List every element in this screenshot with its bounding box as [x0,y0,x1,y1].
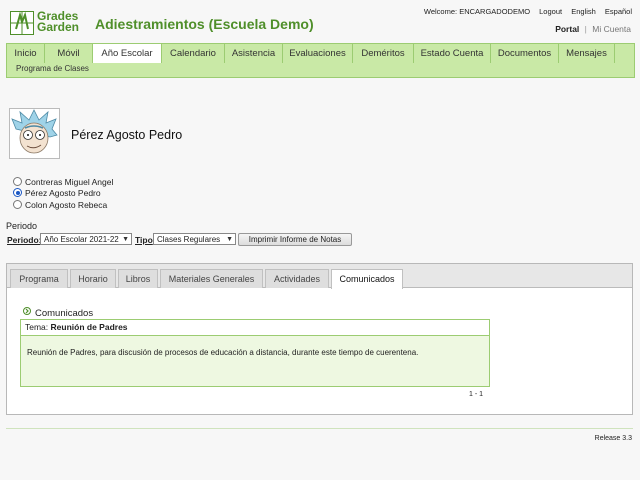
nav-mensajes[interactable]: Mensajes [559,44,615,64]
nav-estado-cuenta[interactable]: Estado Cuenta [414,44,491,64]
nav-demeritos[interactable]: Deméritos [353,44,414,64]
nav-ano-escolar[interactable]: Año Escolar [93,43,162,65]
radio-icon[interactable] [13,177,22,186]
sub-nav: Programa de Clases [6,63,635,78]
radio-selected-icon[interactable] [13,188,22,197]
release-version: Release 3.3 [594,435,632,442]
print-report-button[interactable]: Imprimir Informe de Notas [238,233,352,246]
tab-horario[interactable]: Horario [70,269,116,288]
portal-separator: | [584,24,587,34]
periodo-select-value: Año Escolar 2021-22 [44,235,119,244]
welcome-text: Welcome: ENCARGADODEMO [423,7,531,16]
student-radio-colon[interactable]: Colon Agosto Rebeca [13,200,107,210]
periodo-select[interactable]: Año Escolar 2021-22 ▼ [40,233,132,245]
tab-programa[interactable]: Programa [10,269,68,288]
student-radio-contreras[interactable]: Contreras Miguel Angel [13,177,113,187]
logout-link[interactable]: Logout [539,7,562,16]
tab-materiales-generales[interactable]: Materiales Generales [160,269,263,288]
nav-asistencia[interactable]: Asistencia [225,44,283,64]
nav-movil[interactable]: Móvil [45,44,93,64]
comunicados-section-title: Comunicados [35,308,94,319]
pagination-text: 1 - 1 [469,391,484,398]
grades-garden-logo[interactable]: Grades Garden [10,9,82,35]
mi-cuenta-link[interactable]: Mi Cuenta [592,24,631,34]
arrow-right-icon [25,308,29,314]
chevron-down-icon: ▼ [122,236,129,243]
top-links: Welcome: ENCARGADODEMO Logout English Es… [417,7,632,16]
tema-value: Reunión de Padres [50,322,128,332]
tab-libros[interactable]: Libros [118,269,158,288]
student-avatar [9,108,60,159]
cartoon-face-icon [11,109,58,154]
student-option-label: Colon Agosto Rebeca [25,200,108,210]
main-nav: Inicio Móvil Año Escolar Calendario Asis… [6,43,635,65]
periodo-heading: Periodo [6,221,38,231]
student-option-label: Pérez Agosto Pedro [25,188,101,198]
student-option-label: Contreras Miguel Angel [25,177,114,187]
tab-bar: Programa Horario Libros Materiales Gener… [7,264,632,289]
portal-link[interactable]: Portal [555,24,579,34]
chevron-right-circle-icon [23,307,31,315]
chevron-down-icon: ▼ [226,236,233,243]
tema-label: Tema: [25,322,49,332]
logo-text: Grades Garden [37,9,80,34]
periodo-label: Periodo: [7,235,42,245]
student-name: Pérez Agosto Pedro [71,128,183,142]
nav-calendario[interactable]: Calendario [162,44,225,64]
tipo-label: Tipo [135,235,153,245]
english-link[interactable]: English [571,7,596,16]
nav-evaluaciones[interactable]: Evaluaciones [283,44,353,64]
footer-divider [6,428,633,429]
nav-documentos[interactable]: Documentos [491,44,559,64]
tab-comunicados[interactable]: Comunicados [331,269,403,289]
comunicado-body: Reunión de Padres, para discusión de pro… [27,348,419,357]
tipo-select-value: Clases Regulares [157,235,221,244]
student-radio-perez[interactable]: Pérez Agosto Pedro [13,188,101,198]
nav-inicio[interactable]: Inicio [7,44,45,64]
tab-actividades[interactable]: Actividades [265,269,329,288]
espanol-link[interactable]: Español [605,7,632,16]
logo-grid-icon [10,11,34,35]
tipo-select[interactable]: Clases Regulares ▼ [153,233,236,245]
radio-icon[interactable] [13,200,22,209]
comunicado-topic-header: Tema: Reunión de Padres [20,319,490,336]
subnav-programa-de-clases[interactable]: Programa de Clases [16,64,89,73]
portal-links: Portal | Mi Cuenta [555,24,631,34]
app-title: Adiestramientos (Escuela Demo) [95,16,314,32]
